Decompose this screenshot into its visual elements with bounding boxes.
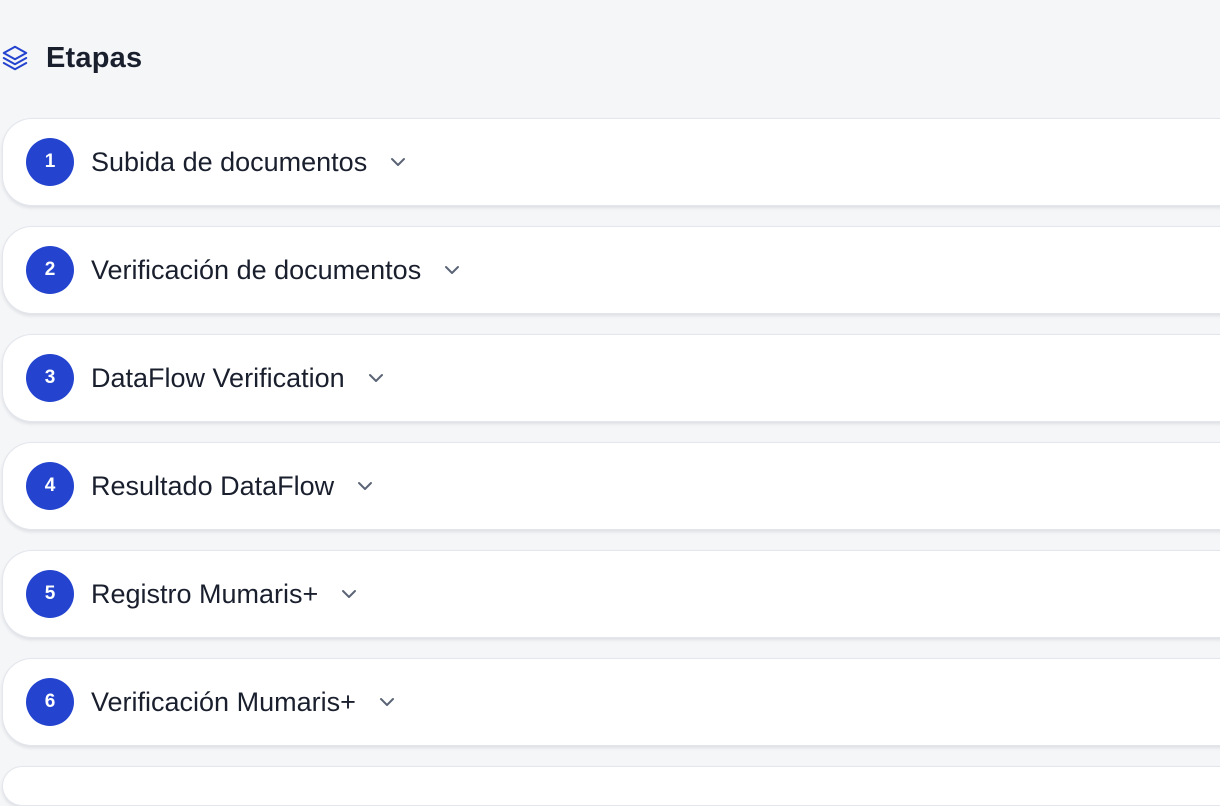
stage-item-5[interactable]: 5 Registro Mumaris+ [2, 550, 1220, 638]
stage-item-6[interactable]: 6 Verificación Mumaris+ [2, 658, 1220, 746]
chevron-down-icon[interactable] [441, 259, 463, 281]
stage-number-badge: 5 [26, 570, 74, 618]
stages-list: 1 Subida de documentos 2 Verificación de… [2, 118, 1220, 806]
chevron-down-icon[interactable] [338, 583, 360, 605]
stage-item-next[interactable] [2, 766, 1220, 806]
stage-item-2[interactable]: 2 Verificación de documentos [2, 226, 1220, 314]
stage-label: Subida de documentos [91, 146, 368, 177]
chevron-down-icon[interactable] [376, 691, 398, 713]
stage-number-badge: 4 [26, 462, 74, 510]
stage-label: Verificación Mumaris+ [91, 686, 356, 717]
stage-number-badge: 6 [26, 678, 74, 726]
stage-label: Verificación de documentos [91, 254, 422, 285]
stages-header: Etapas [0, 36, 142, 80]
stage-label: Resultado DataFlow [91, 470, 335, 501]
chevron-down-icon[interactable] [354, 475, 376, 497]
stage-label: Registro Mumaris+ [91, 578, 319, 609]
chevron-down-icon[interactable] [365, 367, 387, 389]
stage-item-3[interactable]: 3 DataFlow Verification [2, 334, 1220, 422]
stage-number-badge: 3 [26, 354, 74, 402]
stage-label: DataFlow Verification [91, 362, 345, 393]
stage-number-badge: 1 [26, 138, 74, 186]
layers-icon [0, 41, 32, 75]
stage-number-badge: 2 [26, 246, 74, 294]
page-title: Etapas [46, 41, 143, 74]
stage-item-1[interactable]: 1 Subida de documentos [2, 118, 1220, 206]
chevron-down-icon[interactable] [387, 151, 409, 173]
stage-item-4[interactable]: 4 Resultado DataFlow [2, 442, 1220, 530]
